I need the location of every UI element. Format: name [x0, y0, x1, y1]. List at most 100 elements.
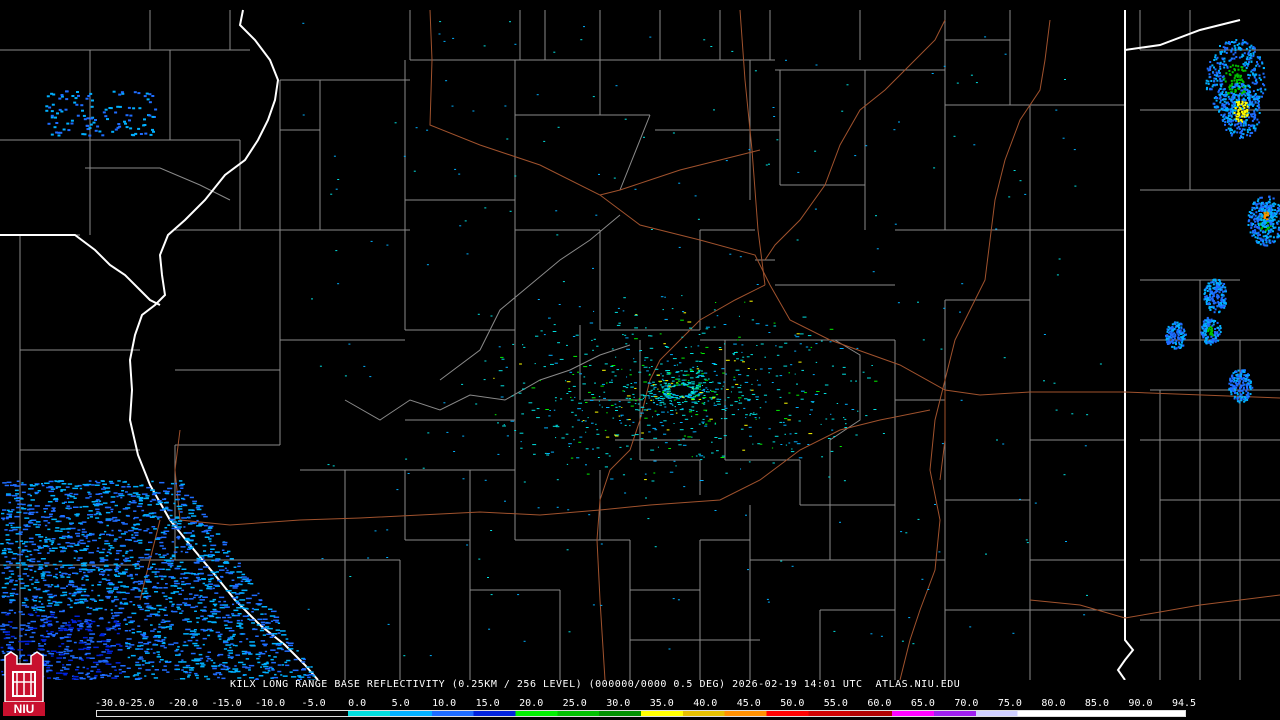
- echo-pixel: [1234, 49, 1237, 51]
- echo-pixel: [65, 90, 68, 93]
- echo-pixel: [621, 368, 623, 370]
- echo-pixel: [189, 671, 192, 674]
- echo-pixel: [1228, 73, 1231, 76]
- echo-pixel: [568, 388, 570, 390]
- echo-pixel: [118, 494, 125, 497]
- echo-pixel: [244, 580, 251, 582]
- echo-pixel: [8, 621, 13, 623]
- echo-pixel: [682, 384, 686, 386]
- echo-pixel: [190, 573, 196, 575]
- echo-pixel: [179, 511, 183, 513]
- echo-pixel: [126, 557, 130, 560]
- echo-pixel: [143, 118, 146, 121]
- echo-pixel: [190, 652, 196, 655]
- echo-pixel: [1235, 79, 1238, 82]
- echo-pixel: [137, 677, 143, 680]
- echo-pixel: [1225, 51, 1228, 54]
- echo-pixel: [1266, 236, 1268, 239]
- echo-pixel: [167, 487, 173, 490]
- echo-pixel: [130, 133, 134, 136]
- echo-pixel: [1265, 239, 1267, 241]
- echo-pixel: [154, 591, 159, 593]
- echo-pixel: [202, 557, 205, 559]
- echo-pixel: [1242, 386, 1245, 389]
- echo-pixel: [232, 644, 235, 647]
- echo-pixel: [1025, 539, 1028, 541]
- echo-pixel: [144, 557, 150, 559]
- echo-pixel: [1209, 331, 1212, 334]
- echo-pixel: [163, 498, 167, 500]
- echo-pixel: [1245, 58, 1248, 61]
- echo-pixel: [1237, 65, 1240, 68]
- echo-pixel: [92, 503, 96, 505]
- echo-pixel: [113, 563, 118, 565]
- echo-pixel: [165, 490, 170, 493]
- echo-pixel: [931, 73, 934, 74]
- echo-pixel: [1071, 413, 1074, 415]
- echo-pixel: [113, 588, 118, 590]
- echo-pixel: [86, 676, 91, 678]
- echo-pixel: [5, 524, 9, 526]
- echo-pixel: [1215, 71, 1218, 74]
- echo-pixel: [127, 483, 130, 486]
- echo-pixel: [704, 379, 709, 381]
- echo-pixel: [568, 631, 571, 633]
- echo-pixel: [711, 390, 715, 392]
- echo-pixel: [724, 410, 727, 411]
- echo-pixel: [284, 661, 288, 664]
- echo-pixel: [21, 549, 26, 551]
- echo-pixel: [155, 553, 158, 555]
- echo-pixel: [598, 400, 600, 402]
- echo-pixel: [145, 597, 149, 600]
- echo-pixel: [684, 370, 688, 372]
- echo-pixel: [134, 516, 139, 519]
- echo-pixel: [138, 542, 143, 544]
- echo-pixel: [698, 382, 703, 384]
- echo-pixel: [13, 612, 17, 614]
- echo-pixel: [1208, 287, 1211, 290]
- echo-pixel: [625, 397, 629, 399]
- echo-pixel: [933, 167, 936, 169]
- echo-pixel: [755, 369, 757, 371]
- echo-pixel: [126, 575, 133, 577]
- echo-pixel: [676, 398, 681, 400]
- echo-pixel: [724, 343, 726, 345]
- echo-pixel: [41, 516, 45, 518]
- echo-pixel: [662, 392, 667, 394]
- echo-pixel: [749, 414, 752, 416]
- echo-pixel: [710, 389, 712, 391]
- echo-pixel: [105, 555, 109, 557]
- echo-pixel: [210, 621, 217, 623]
- echo-pixel: [755, 418, 757, 420]
- echo-pixel: [234, 583, 238, 586]
- echo-pixel: [555, 424, 559, 426]
- echo-pixel: [603, 397, 606, 399]
- echo-pixel: [623, 297, 626, 299]
- echo-pixel: [744, 424, 748, 426]
- echo-pixel: [652, 381, 655, 383]
- echo-pixel: [596, 429, 599, 431]
- echo-pixel: [1257, 217, 1260, 220]
- echo-pixel: [1256, 56, 1259, 58]
- echo-pixel: [131, 612, 137, 615]
- echo-pixel: [695, 360, 699, 362]
- echo-pixel: [606, 412, 608, 414]
- echo-pixel: [223, 665, 229, 668]
- echo-pixel: [1219, 325, 1222, 327]
- echo-pixel: [173, 591, 180, 593]
- echo-pixel: [139, 133, 143, 135]
- echo-pixel: [118, 93, 122, 96]
- echo-pixel: [143, 497, 149, 500]
- echo-pixel: [566, 381, 571, 383]
- echo-pixel: [585, 427, 589, 428]
- echo-pixel: [163, 636, 167, 639]
- echo-pixel: [139, 656, 143, 658]
- echo-pixel: [262, 643, 268, 645]
- echo-pixel: [182, 644, 189, 647]
- echo-pixel: [594, 382, 596, 384]
- echo-pixel: [46, 620, 52, 622]
- echo-pixel: [1219, 62, 1222, 65]
- echo-pixel: [1177, 337, 1180, 340]
- echo-pixel: [135, 648, 139, 650]
- echo-pixel: [687, 321, 692, 323]
